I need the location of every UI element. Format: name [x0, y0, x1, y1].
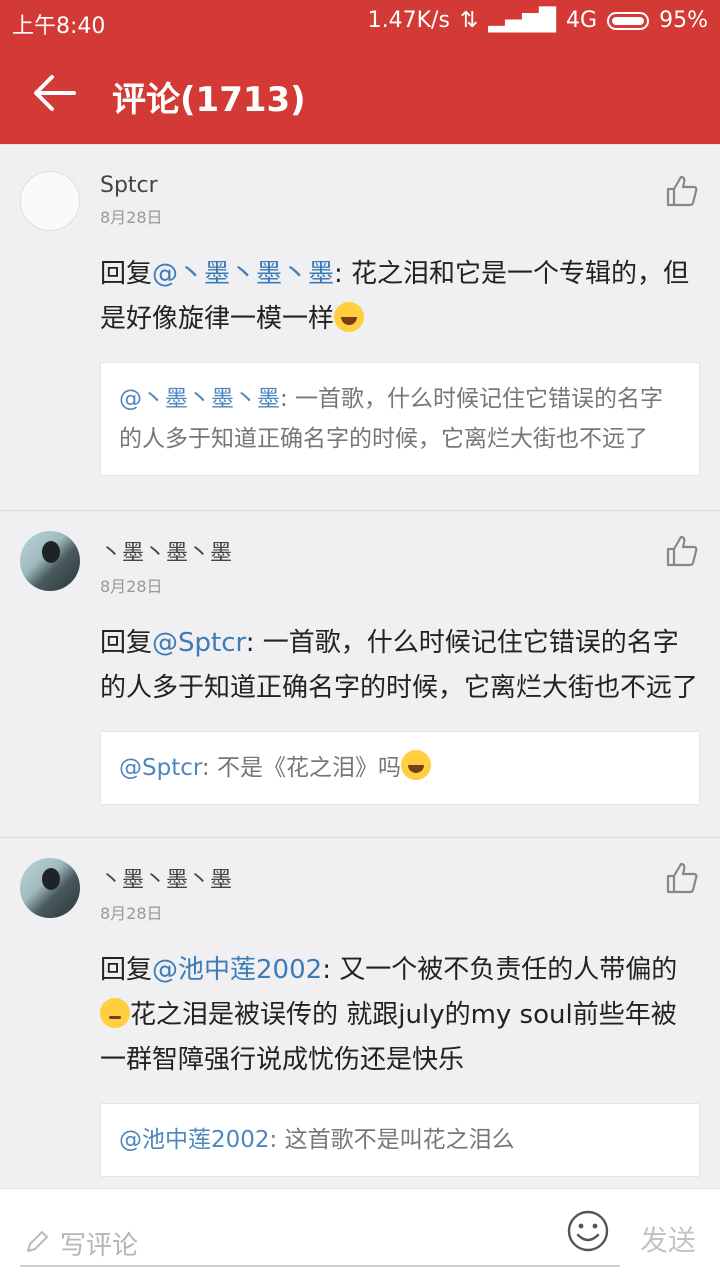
- quote-mention-link[interactable]: @池中莲2002: [119, 1127, 270, 1153]
- comment-input-bar: 写评论 发送: [0, 1188, 720, 1281]
- back-arrow-icon: [34, 75, 76, 111]
- reply-mention-link[interactable]: @Sptcr: [152, 628, 246, 658]
- data-arrows-icon: ⇅: [459, 8, 479, 33]
- avatar[interactable]: [20, 858, 80, 918]
- comment-input[interactable]: 写评论: [20, 1219, 620, 1267]
- comment-body: 回复@Sptcr: 一首歌，什么时候记住它错误的名字的人多于知道正确名字的时候，…: [100, 621, 700, 711]
- comment-date: 8月28日: [100, 208, 163, 227]
- reply-prefix: 回复: [100, 259, 153, 289]
- quote-text: : 这首歌不是叫花之泪么: [269, 1127, 515, 1153]
- comment-item: Sptcr 8月28日 回复@丶墨丶墨丶墨: 花之泪和它是一个专辑的，但是好像旋…: [0, 144, 720, 510]
- quoted-comment[interactable]: @丶墨丶墨丶墨: 一首歌，什么时候记住它错误的名字的人多于知道正确名字的时候，它…: [100, 362, 700, 476]
- comment-username[interactable]: 丶墨丶墨丶墨: [100, 862, 700, 894]
- battery-icon: [607, 11, 650, 30]
- quote-mention-link[interactable]: @Sptcr: [119, 755, 202, 781]
- network-type: 4G: [566, 8, 598, 33]
- quote-mention-link[interactable]: @丶墨丶墨丶墨: [119, 386, 280, 412]
- comment-body: 回复@池中莲2002: 又一个被不负责任的人带偏的花之泪是被误传的 就跟july…: [100, 948, 700, 1083]
- comment-text-part1: : 又一个被不负责任的人带偏的: [322, 955, 678, 985]
- status-right: 1.47K/s ⇅ ▂▄▆█ 4G 95%: [368, 8, 708, 33]
- comment-text-part2: 花之泪是被误传的 就跟july的my soul前些年被一群智障强行说成忧伤还是快…: [100, 1000, 677, 1075]
- thumbs-up-icon[interactable]: [664, 173, 700, 209]
- avatar[interactable]: [20, 531, 80, 591]
- network-speed: 1.47K/s: [367, 8, 450, 33]
- reply-mention-link[interactable]: @池中莲2002: [152, 955, 322, 985]
- status-time: 上午8:40: [12, 14, 106, 39]
- emoji-picker-icon[interactable]: [566, 1209, 610, 1253]
- comment-input-placeholder: 写评论: [60, 1231, 139, 1261]
- page-title: 评论(1713): [112, 80, 306, 120]
- comment-item: 丶墨丶墨丶墨 8月28日 回复@Sptcr: 一首歌，什么时候记住它错误的名字的…: [0, 510, 720, 837]
- app-bar: 评论(1713): [0, 42, 720, 144]
- back-button[interactable]: [28, 70, 80, 116]
- comment-list[interactable]: Sptcr 8月28日 回复@丶墨丶墨丶墨: 花之泪和它是一个专辑的，但是好像旋…: [0, 144, 720, 1188]
- quoted-comment[interactable]: @Sptcr: 不是《花之泪》吗: [100, 731, 700, 805]
- quote-text: : 不是《花之泪》吗: [201, 755, 401, 781]
- pencil-icon: [27, 1231, 48, 1252]
- reply-mention-link[interactable]: @丶墨丶墨丶墨: [152, 259, 334, 289]
- laugh-cry-emoji-icon: [400, 750, 431, 780]
- reply-prefix: 回复: [100, 955, 153, 985]
- pensive-emoji-icon: [100, 998, 130, 1028]
- comment-date: 8月28日: [100, 904, 163, 923]
- send-button[interactable]: 发送: [640, 1219, 696, 1259]
- comment-body: 回复@丶墨丶墨丶墨: 花之泪和它是一个专辑的，但是好像旋律一模一样: [100, 252, 700, 342]
- thumbs-up-icon[interactable]: [664, 533, 700, 569]
- status-bar: 上午8:40 1.47K/s ⇅ ▂▄▆█ 4G 95%: [0, 0, 720, 42]
- avatar[interactable]: [20, 171, 80, 231]
- comment-username[interactable]: Sptcr: [100, 173, 700, 198]
- comment-item: 丶墨丶墨丶墨 8月28日 回复@池中莲2002: 又一个被不负责任的人带偏的花之…: [0, 837, 720, 1188]
- battery-level: 95%: [659, 8, 708, 33]
- thumbs-up-icon[interactable]: [664, 860, 700, 896]
- comment-date: 8月28日: [100, 577, 163, 596]
- quoted-comment[interactable]: @池中莲2002: 这首歌不是叫花之泪么: [100, 1103, 700, 1177]
- laugh-cry-emoji-icon: [334, 302, 365, 332]
- signal-icon: ▂▄▆█: [488, 8, 557, 33]
- reply-prefix: 回复: [100, 628, 153, 658]
- comment-username[interactable]: 丶墨丶墨丶墨: [100, 535, 700, 567]
